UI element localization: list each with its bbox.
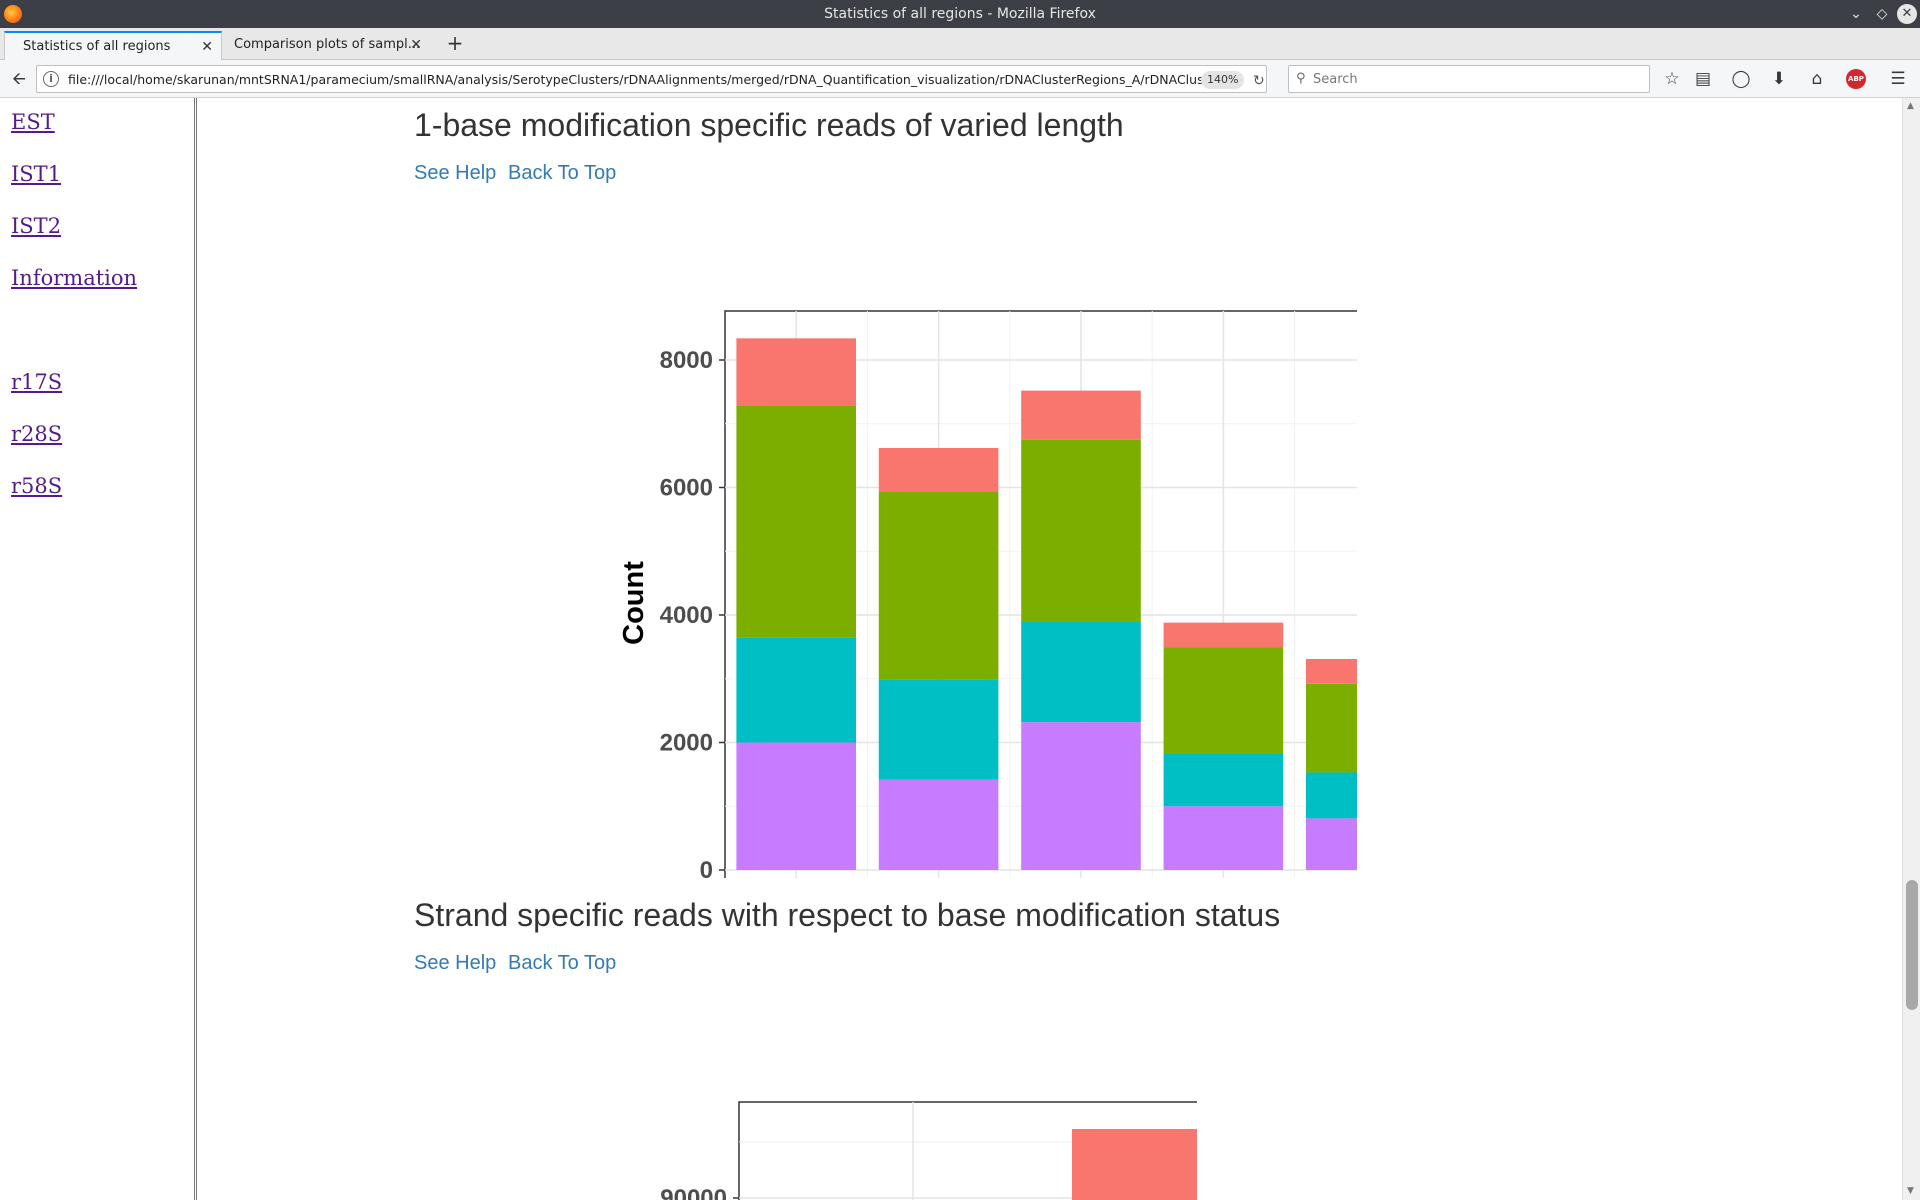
y-tick-label: 4000 bbox=[660, 602, 713, 629]
tab-statistics[interactable]: Statistics of all regions ✕ bbox=[4, 31, 222, 60]
tab-close-icon[interactable]: ✕ bbox=[410, 31, 422, 59]
back-to-top-link[interactable]: Back To Top bbox=[508, 162, 616, 185]
sidebar-link-r58s[interactable]: r58S bbox=[11, 474, 62, 498]
sidebar-link-ist1[interactable]: IST1 bbox=[11, 162, 61, 186]
scrollbar-thumb[interactable] bbox=[1906, 880, 1918, 1010]
bar-segment-g bbox=[878, 679, 999, 780]
page-info-icon[interactable]: i bbox=[43, 71, 59, 87]
vertical-scrollbar[interactable]: ▲ ▼ bbox=[1902, 98, 1920, 1200]
bar-segment-g bbox=[1305, 772, 1357, 819]
sidebar-link-information[interactable]: Information bbox=[11, 266, 137, 290]
bar-segment-c bbox=[1163, 647, 1284, 754]
bar-segment-a bbox=[1021, 390, 1141, 440]
bar-segment-t bbox=[1163, 806, 1284, 870]
bar-segment-a bbox=[1163, 622, 1284, 648]
url-bar[interactable]: i file:///local/home/skarunan/mntSRNA1/p… bbox=[36, 65, 1267, 93]
sidebar-link-r17s[interactable]: r17S bbox=[11, 370, 62, 394]
bar-segment-g bbox=[1021, 622, 1141, 723]
maximize-icon[interactable]: ◇ bbox=[1872, 4, 1892, 24]
bar bbox=[1072, 1129, 1197, 1200]
hamburger-menu-icon[interactable]: ☰ bbox=[1887, 68, 1909, 90]
url-text[interactable]: file:///local/home/skarunan/mntSRNA1/par… bbox=[68, 72, 1208, 87]
bar-segment-a bbox=[1305, 658, 1357, 684]
minimize-icon[interactable]: ⌄ bbox=[1846, 4, 1866, 24]
bar-segment-c bbox=[878, 491, 999, 680]
bar-segment-a bbox=[736, 338, 857, 406]
scroll-up-arrow-icon[interactable]: ▲ bbox=[1907, 101, 1914, 111]
y-tick-label: 6000 bbox=[660, 475, 713, 502]
scroll-down-arrow-icon[interactable]: ▼ bbox=[1907, 1186, 1914, 1196]
back-arrow-icon[interactable]: 🡨 bbox=[8, 68, 30, 90]
page-content: EST IST1 IST2 Information r17S r28S r58S… bbox=[0, 98, 1920, 1200]
reload-icon[interactable]: ↻ bbox=[1253, 73, 1265, 89]
main-content: 1-base modification specific reads of va… bbox=[197, 98, 1897, 1200]
bar-segment-t bbox=[1305, 818, 1357, 870]
home-icon[interactable]: ⌂ bbox=[1806, 68, 1828, 90]
y-tick-label: 0 bbox=[700, 857, 713, 878]
downloads-icon[interactable]: ⬇ bbox=[1768, 68, 1790, 90]
sidebar-link-est[interactable]: EST bbox=[11, 110, 55, 134]
close-window-icon[interactable]: ✕ bbox=[1897, 4, 1917, 24]
bar-segment-t bbox=[878, 779, 999, 870]
search-input[interactable]: ⚲ Search bbox=[1288, 65, 1650, 93]
stacked-bar-chart-read-length: 020004000600080002122232425Read LengthCo… bbox=[618, 310, 1357, 878]
adblock-plus-icon[interactable]: ABP bbox=[1846, 69, 1866, 89]
y-axis-title: Count bbox=[618, 561, 650, 645]
reading-list-icon[interactable]: ▤ bbox=[1692, 68, 1714, 90]
bar-segment-g bbox=[736, 637, 857, 743]
y-tick-label: 2000 bbox=[660, 730, 713, 757]
y-tick-label: 8000 bbox=[660, 347, 713, 374]
bar-segment-t bbox=[1021, 722, 1141, 870]
tab-label: Comparison plots of sampl... bbox=[234, 37, 421, 52]
bar-segment-c bbox=[1021, 439, 1141, 623]
bar-segment-g bbox=[1163, 753, 1284, 807]
bookmark-star-icon[interactable]: ☆ bbox=[1661, 68, 1683, 90]
tab-label: Statistics of all regions bbox=[23, 39, 171, 54]
pocket-icon[interactable]: ◯ bbox=[1730, 68, 1752, 90]
back-to-top-link[interactable]: Back To Top bbox=[508, 952, 616, 975]
window-titlebar: Statistics of all regions - Mozilla Fire… bbox=[0, 0, 1920, 28]
navigation-bar: 🡨 i file:///local/home/skarunan/mntSRNA1… bbox=[0, 60, 1920, 98]
strand-specific-bar-chart: 90000 bbox=[660, 1101, 1197, 1200]
sidebar-link-ist2[interactable]: IST2 bbox=[11, 214, 61, 238]
sidebar-link-r28s[interactable]: r28S bbox=[11, 422, 62, 446]
section-title-strand-specific: Strand specific reads with respect to ba… bbox=[414, 897, 1281, 933]
bar-segment-c bbox=[736, 405, 857, 638]
zoom-level-badge[interactable]: 140% bbox=[1201, 71, 1245, 89]
tab-strip: Statistics of all regions ✕ Comparison p… bbox=[0, 28, 1920, 60]
window-title: Statistics of all regions - Mozilla Fire… bbox=[824, 6, 1096, 22]
bar-segment-t bbox=[736, 742, 857, 870]
y-tick-label: 90000 bbox=[660, 1185, 727, 1200]
search-placeholder: Search bbox=[1313, 72, 1358, 87]
tab-close-icon[interactable]: ✕ bbox=[201, 33, 213, 61]
bar-segment-c bbox=[1305, 683, 1357, 773]
bar-segment-a bbox=[878, 447, 999, 492]
see-help-link[interactable]: See Help bbox=[414, 952, 496, 975]
search-icon: ⚲ bbox=[1296, 71, 1306, 86]
tab-comparison-plots[interactable]: Comparison plots of sampl... ✕ bbox=[224, 31, 430, 60]
sidebar-nav: EST IST1 IST2 Information r17S r28S r58S bbox=[0, 98, 197, 1200]
see-help-link[interactable]: See Help bbox=[414, 162, 496, 185]
section-title-modification-length: 1-base modification specific reads of va… bbox=[414, 107, 1124, 143]
new-tab-button[interactable]: + bbox=[442, 31, 468, 57]
